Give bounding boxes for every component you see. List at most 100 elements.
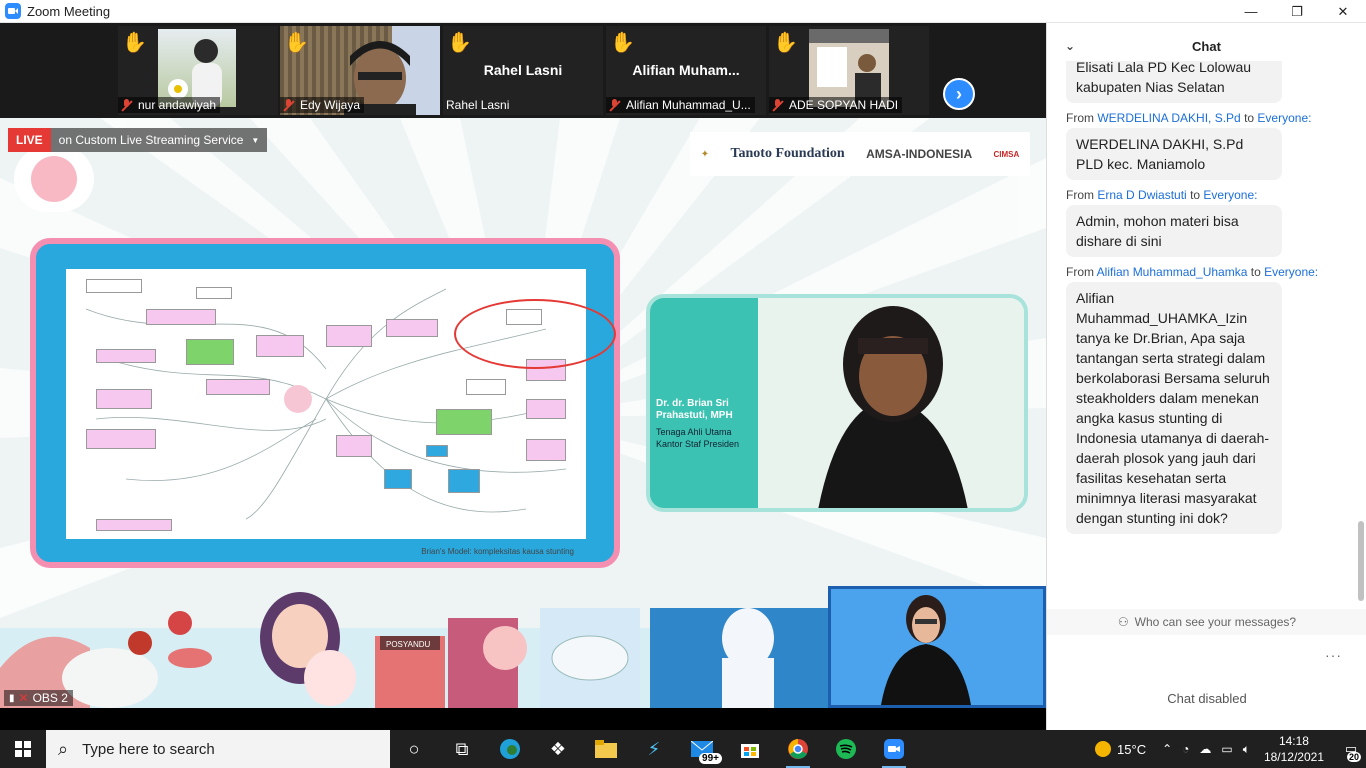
live-stream-indicator[interactable]: LIVE on Custom Live Streaming Service ▼ bbox=[8, 128, 268, 152]
speaker-video bbox=[758, 298, 1024, 508]
zoom-icon[interactable] bbox=[870, 730, 918, 768]
chat-messages[interactable]: Elisati Lala PD Kec Lolowau kabupaten Ni… bbox=[1047, 61, 1357, 609]
speaker-name: Dr. dr. Brian Sri Prahastuti, MPH bbox=[656, 398, 733, 421]
muted-mic-icon: ✕ bbox=[18, 691, 29, 705]
sender-name[interactable]: Erna D Dwiastuti bbox=[1097, 188, 1186, 202]
taskbar-clock[interactable]: 14:18 18/12/2021 bbox=[1264, 733, 1324, 765]
cloud-icon[interactable]: ☁ bbox=[1199, 742, 1211, 757]
sign-language-interpreter-video bbox=[828, 586, 1046, 708]
participant-big-name: Alifian Muham... bbox=[632, 62, 740, 78]
battery-icon[interactable]: ▭ bbox=[1221, 742, 1232, 757]
tanoto-logo: Tanoto Foundation bbox=[730, 146, 845, 161]
recipient[interactable]: Everyone: bbox=[1203, 188, 1257, 202]
campaign-logo bbox=[14, 146, 94, 212]
collapse-chevron-icon[interactable]: ⌄ bbox=[1065, 39, 1075, 53]
file-explorer-icon[interactable] bbox=[582, 730, 630, 768]
from-label: From bbox=[1066, 188, 1094, 202]
next-page-button[interactable]: › bbox=[943, 78, 975, 110]
search-icon: ⌕ bbox=[58, 738, 69, 759]
close-button[interactable]: ✕ bbox=[1320, 0, 1366, 23]
participant-name: Rahel Lasni bbox=[446, 98, 510, 112]
dropdown-arrow-icon: ▼ bbox=[251, 135, 260, 145]
who-can-see-label: Who can see your messages? bbox=[1134, 615, 1297, 629]
participant-name: ADE SOPYAN HADI bbox=[789, 98, 899, 112]
obs-name: OBS 2 bbox=[32, 691, 68, 705]
window-title: Zoom Meeting bbox=[27, 3, 111, 19]
to-label: to bbox=[1250, 265, 1261, 279]
network-icon[interactable]: ◔ bbox=[1182, 742, 1189, 757]
message-text: Admin, mohon materi bisa dishare di sini bbox=[1066, 205, 1282, 257]
participant-photo bbox=[809, 29, 889, 107]
notification-center-button[interactable]: ▭ 20 bbox=[1336, 730, 1366, 768]
highlight-circle bbox=[454, 299, 616, 369]
volume-icon[interactable]: 🔈︎ bbox=[1243, 742, 1250, 757]
taskbar-search[interactable]: ⌕ Type here to search bbox=[46, 730, 390, 768]
participant-tile[interactable]: ✋ Rahel Lasni Rahel Lasni bbox=[443, 26, 603, 115]
participant-big-name: Rahel Lasni bbox=[483, 62, 563, 78]
windows-logo-icon bbox=[15, 741, 31, 757]
presentation-slide: Brian's Model: kompleksitas kausa stunti… bbox=[30, 238, 620, 568]
participant-tile[interactable]: ✋ ADE SOPYAN HADI bbox=[769, 26, 929, 115]
from-label: From bbox=[1066, 265, 1094, 279]
raised-hand-icon: ✋ bbox=[610, 32, 635, 54]
task-view-icon[interactable]: ⧉ bbox=[438, 730, 486, 768]
search-placeholder: Type here to search bbox=[82, 740, 215, 758]
garuda-logo-icon: ✦ bbox=[700, 148, 710, 160]
muted-mic-icon bbox=[609, 99, 621, 111]
chat-message: Elisati Lala PD Kec Lolowau kabupaten Ni… bbox=[1047, 61, 1357, 103]
message-text: Elisati Lala PD Kec Lolowau kabupaten Ni… bbox=[1066, 61, 1282, 103]
slide-caption: Brian's Model: kompleksitas kausa stunti… bbox=[421, 547, 574, 556]
store-icon[interactable] bbox=[726, 730, 774, 768]
live-badge: LIVE bbox=[8, 128, 51, 152]
who-can-see-link[interactable]: ⚇ Who can see your messages? bbox=[1047, 609, 1366, 635]
to-label: to bbox=[1190, 188, 1201, 202]
notification-count: 20 bbox=[1346, 752, 1361, 762]
recipient[interactable]: Everyone: bbox=[1257, 111, 1311, 125]
raised-hand-icon: ✋ bbox=[447, 32, 472, 54]
dropbox-icon[interactable]: ❖ bbox=[534, 730, 582, 768]
sender-name[interactable]: Alifian Muhammad_Uhamka bbox=[1097, 265, 1248, 279]
message-text: Alifian Muhammad_UHAMKA_Izin tanya ke Dr… bbox=[1066, 282, 1282, 534]
participant-name: Edy Wijaya bbox=[300, 98, 361, 112]
participant-photo bbox=[158, 29, 236, 107]
chat-message: From WERDELINA DAKHI, S.Pd to Everyone: … bbox=[1047, 111, 1357, 180]
sender-name[interactable]: WERDELINA DAKHI, S.Pd bbox=[1097, 111, 1240, 125]
temperature: 15°C bbox=[1117, 741, 1147, 757]
chat-panel: ⌄ Chat Elisati Lala PD Kec Lolowau kabup… bbox=[1046, 23, 1366, 730]
participant-tile[interactable]: ✋ nur andawiyah bbox=[118, 26, 278, 115]
chat-message: From Alifian Muhammad_Uhamka to Everyone… bbox=[1047, 265, 1357, 534]
chevron-up-icon[interactable]: ⌃ bbox=[1162, 742, 1172, 757]
weather-sun-icon bbox=[1095, 741, 1112, 757]
from-label: From bbox=[1066, 111, 1094, 125]
mail-icon[interactable]: 99+ bbox=[678, 730, 726, 768]
cortana-icon[interactable]: ○ bbox=[390, 730, 438, 768]
minimize-button[interactable]: — bbox=[1228, 0, 1274, 23]
chat-scrollbar[interactable] bbox=[1358, 69, 1364, 604]
zoom-logo-icon bbox=[5, 3, 21, 19]
raised-hand-icon: ✋ bbox=[122, 32, 147, 54]
windows-taskbar: ⌕ Type here to search ○ ⧉ ❖ ⚡ 99+ 15°C ⌃… bbox=[0, 730, 1366, 768]
svg-text:POSYANDU: POSYANDU bbox=[386, 640, 431, 649]
app-bolt-icon[interactable]: ⚡ bbox=[630, 730, 678, 768]
message-text: WERDELINA DAKHI, S.Pd PLD kec. Maniamolo bbox=[1066, 128, 1282, 180]
more-options-icon[interactable]: ··· bbox=[1325, 647, 1342, 663]
recipient[interactable]: Everyone: bbox=[1264, 265, 1318, 279]
title-bar: Zoom Meeting — ❐ ✕ bbox=[0, 0, 1366, 23]
weather-widget[interactable]: 15°C bbox=[1095, 741, 1146, 757]
people-icon: ⚇ bbox=[1117, 615, 1129, 629]
to-label: to bbox=[1244, 111, 1255, 125]
raised-hand-icon: ✋ bbox=[773, 32, 798, 54]
participant-name: nur andawiyah bbox=[138, 98, 217, 112]
obs-participant-label: ▮ ✕ OBS 2 bbox=[4, 690, 73, 706]
edge-icon[interactable] bbox=[486, 730, 534, 768]
participant-tile[interactable]: ✋ Edy Wijaya bbox=[280, 26, 440, 115]
start-button[interactable] bbox=[0, 730, 46, 768]
mail-badge: 99+ bbox=[699, 753, 722, 764]
chrome-icon[interactable] bbox=[774, 730, 822, 768]
amsa-logo: AMSA-INDONESIA bbox=[866, 147, 973, 161]
chat-title: Chat bbox=[1192, 38, 1221, 54]
maximize-button[interactable]: ❐ bbox=[1274, 0, 1320, 23]
signal-bars-icon: ▮ bbox=[9, 692, 15, 704]
participant-tile[interactable]: ✋ Alifian Muham... Alifian Muhammad_U... bbox=[606, 26, 766, 115]
spotify-icon[interactable] bbox=[822, 730, 870, 768]
